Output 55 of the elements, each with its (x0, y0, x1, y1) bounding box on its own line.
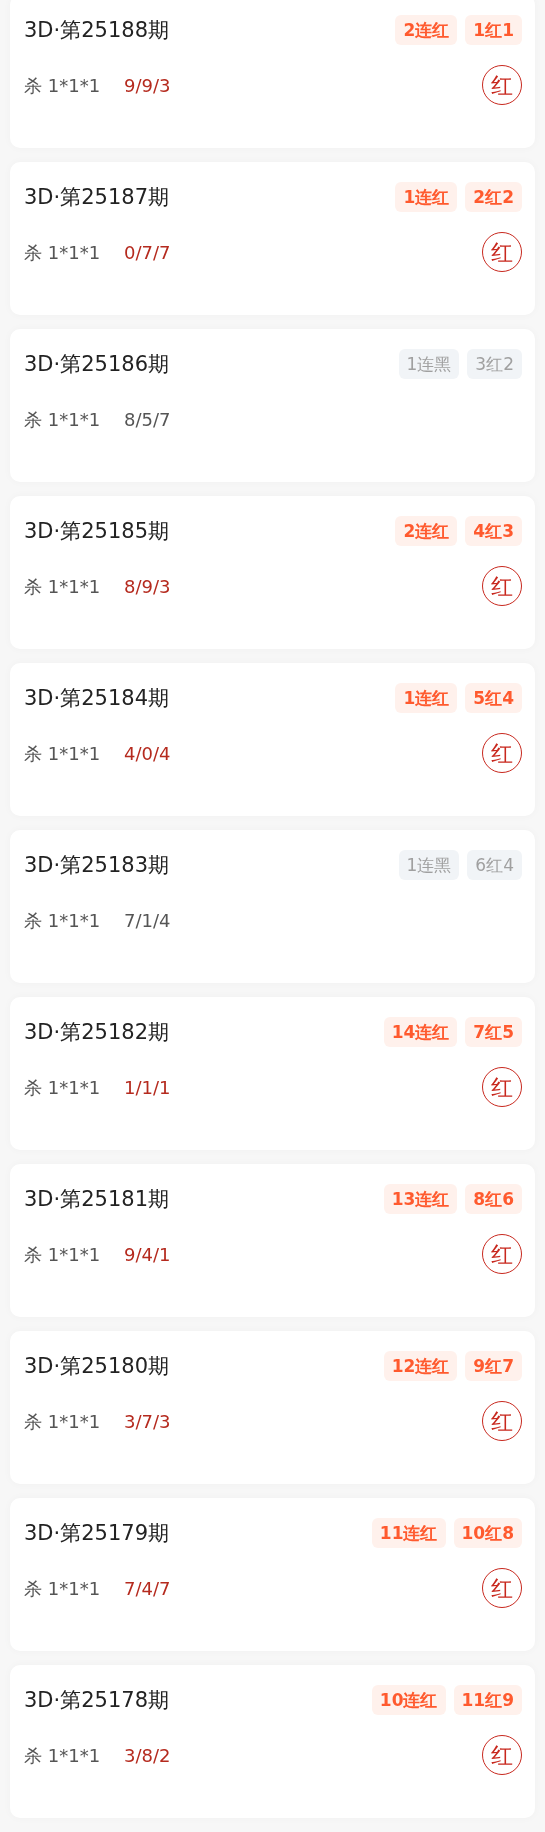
issue-title: 3D·第25186期 (24, 351, 169, 378)
streak-tag: 2连红 (395, 516, 458, 546)
streak-tag: 2连红 (395, 15, 458, 45)
kill-label: 杀 1*1*1 (24, 240, 101, 265)
kill-numbers: 0/7/7 (124, 240, 171, 265)
record-tag: 8红6 (465, 1184, 522, 1214)
record-tag: 2红2 (465, 182, 522, 212)
issue-title: 3D·第25178期 (24, 1687, 169, 1714)
streak-tag: 1连黑 (398, 850, 460, 880)
streak-tag: 1连黑 (398, 349, 460, 379)
kill-label: 杀 1*1*1 (24, 73, 101, 98)
kill-numbers: 8/5/7 (124, 407, 171, 432)
record-tag: 1红1 (465, 15, 522, 45)
kill-numbers: 7/1/4 (124, 908, 171, 933)
record-tag: 9红7 (465, 1351, 522, 1381)
issue-title: 3D·第25184期 (24, 685, 169, 712)
streak-tag: 11连红 (371, 1518, 446, 1548)
record-tag: 4红3 (465, 516, 522, 546)
streak-tag: 14连红 (383, 1017, 458, 1047)
kill-label: 杀 1*1*1 (24, 1075, 101, 1100)
kill-label: 杀 1*1*1 (24, 1576, 101, 1601)
issue-title: 3D·第25179期 (24, 1520, 169, 1547)
streak-tag: 10连红 (371, 1685, 446, 1715)
issue-title: 3D·第25182期 (24, 1019, 169, 1046)
record-tag: 5红4 (465, 683, 522, 713)
record-tag: 3红2 (467, 349, 522, 379)
kill-label: 杀 1*1*1 (24, 1743, 101, 1768)
kill-numbers: 7/4/7 (124, 1576, 171, 1601)
kill-label: 杀 1*1*1 (24, 1409, 101, 1434)
kill-label: 杀 1*1*1 (24, 574, 101, 599)
kill-numbers: 4/0/4 (124, 741, 171, 766)
kill-numbers: 1/1/1 (124, 1075, 171, 1100)
kill-numbers: 9/4/1 (124, 1242, 171, 1267)
issue-title: 3D·第25181期 (24, 1186, 169, 1213)
kill-label: 杀 1*1*1 (24, 1242, 101, 1267)
issue-title: 3D·第25188期 (24, 17, 169, 44)
streak-tag: 1连红 (395, 182, 458, 212)
issue-title: 3D·第25183期 (24, 852, 169, 879)
kill-numbers: 3/7/3 (124, 1409, 171, 1434)
record-tag: 10红8 (453, 1518, 522, 1548)
issue-title: 3D·第25187期 (24, 184, 169, 211)
kill-numbers: 9/9/3 (124, 73, 171, 98)
issue-title: 3D·第25180期 (24, 1353, 169, 1380)
streak-tag: 1连红 (395, 683, 458, 713)
record-tag: 6红4 (467, 850, 522, 880)
kill-label: 杀 1*1*1 (24, 407, 101, 432)
kill-numbers: 3/8/2 (124, 1743, 171, 1768)
issue-title: 3D·第25185期 (24, 518, 169, 545)
kill-label: 杀 1*1*1 (24, 908, 101, 933)
record-tag: 7红5 (465, 1017, 522, 1047)
streak-tag: 13连红 (383, 1184, 458, 1214)
streak-tag: 12连红 (383, 1351, 458, 1381)
kill-label: 杀 1*1*1 (24, 741, 101, 766)
record-tag: 11红9 (453, 1685, 522, 1715)
kill-numbers: 8/9/3 (124, 574, 171, 599)
